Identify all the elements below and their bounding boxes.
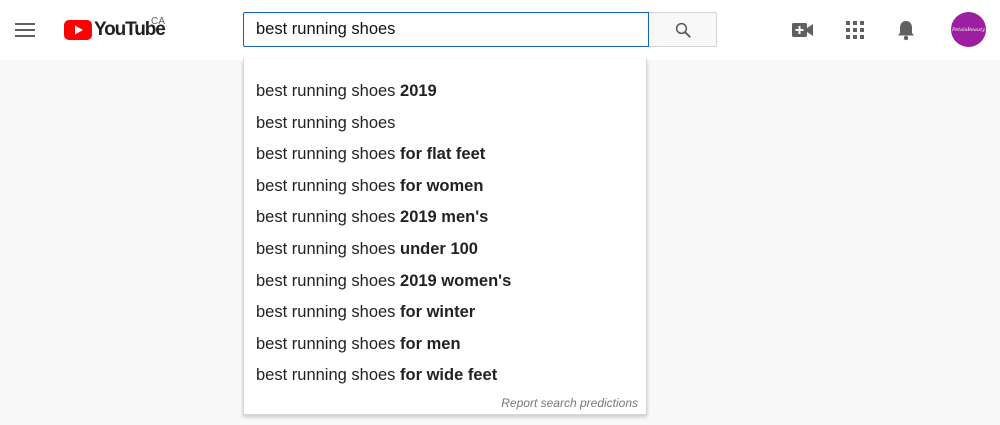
account-avatar[interactable]: PetalsBeauty <box>951 12 986 47</box>
suggestion-list: best running shoes 2019 best running sho… <box>244 76 646 392</box>
suggestion-item[interactable]: best running shoes 2019 <box>244 76 646 108</box>
notifications-bell-icon <box>898 21 914 41</box>
notifications-button[interactable] <box>890 14 922 46</box>
suggestion-item[interactable]: best running shoes for women <box>244 171 646 203</box>
youtube-play-icon <box>64 20 92 40</box>
create-video-icon <box>792 23 813 37</box>
search-button[interactable] <box>649 12 717 47</box>
search-field-container[interactable] <box>243 12 649 47</box>
avatar-label: PetalsBeauty <box>952 26 985 33</box>
apps-button[interactable] <box>839 14 871 46</box>
search-suggestions-dropdown: best running shoes 2019 best running sho… <box>243 59 647 415</box>
suggestion-item[interactable]: best running shoes <box>244 108 646 140</box>
apps-grid-icon <box>846 21 864 39</box>
suggestion-item[interactable]: best running shoes for flat feet <box>244 139 646 171</box>
youtube-logo[interactable]: YouTube <box>64 18 166 42</box>
suggestion-item[interactable]: best running shoes for winter <box>244 297 646 329</box>
suggestion-item[interactable]: best running shoes 2019 men's <box>244 202 646 234</box>
search-icon <box>675 22 691 38</box>
guide-menu-button[interactable] <box>5 10 45 50</box>
create-video-button[interactable] <box>787 14 819 46</box>
suggestion-item[interactable]: best running shoes for wide feet <box>244 360 646 392</box>
suggestion-item[interactable]: best running shoes for men <box>244 329 646 361</box>
suggestion-item[interactable]: best running shoes under 100 <box>244 234 646 266</box>
search-input[interactable] <box>256 20 636 39</box>
masthead: YouTube CA best running shoes PetalsBeau… <box>0 0 1000 60</box>
hamburger-menu-icon <box>15 23 35 37</box>
suggestion-item[interactable]: best running shoes 2019 women's <box>244 266 646 298</box>
logo-region-code: CA <box>151 16 166 27</box>
report-predictions-link[interactable]: Report search predictions <box>501 396 638 410</box>
